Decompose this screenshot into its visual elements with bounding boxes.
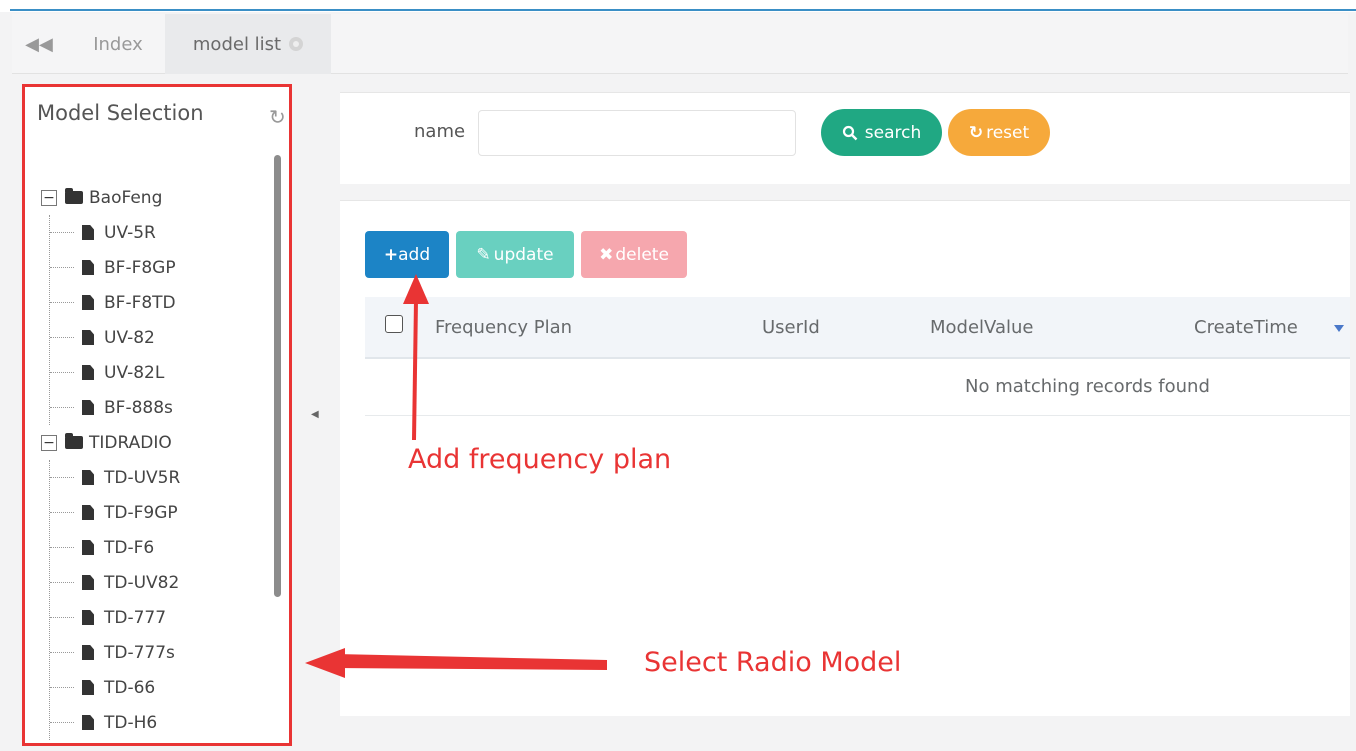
select-model-annotation: Select Radio Model	[644, 647, 902, 678]
annotation-arrows	[305, 274, 607, 678]
add-frequency-annotation: Add frequency plan	[408, 444, 672, 475]
